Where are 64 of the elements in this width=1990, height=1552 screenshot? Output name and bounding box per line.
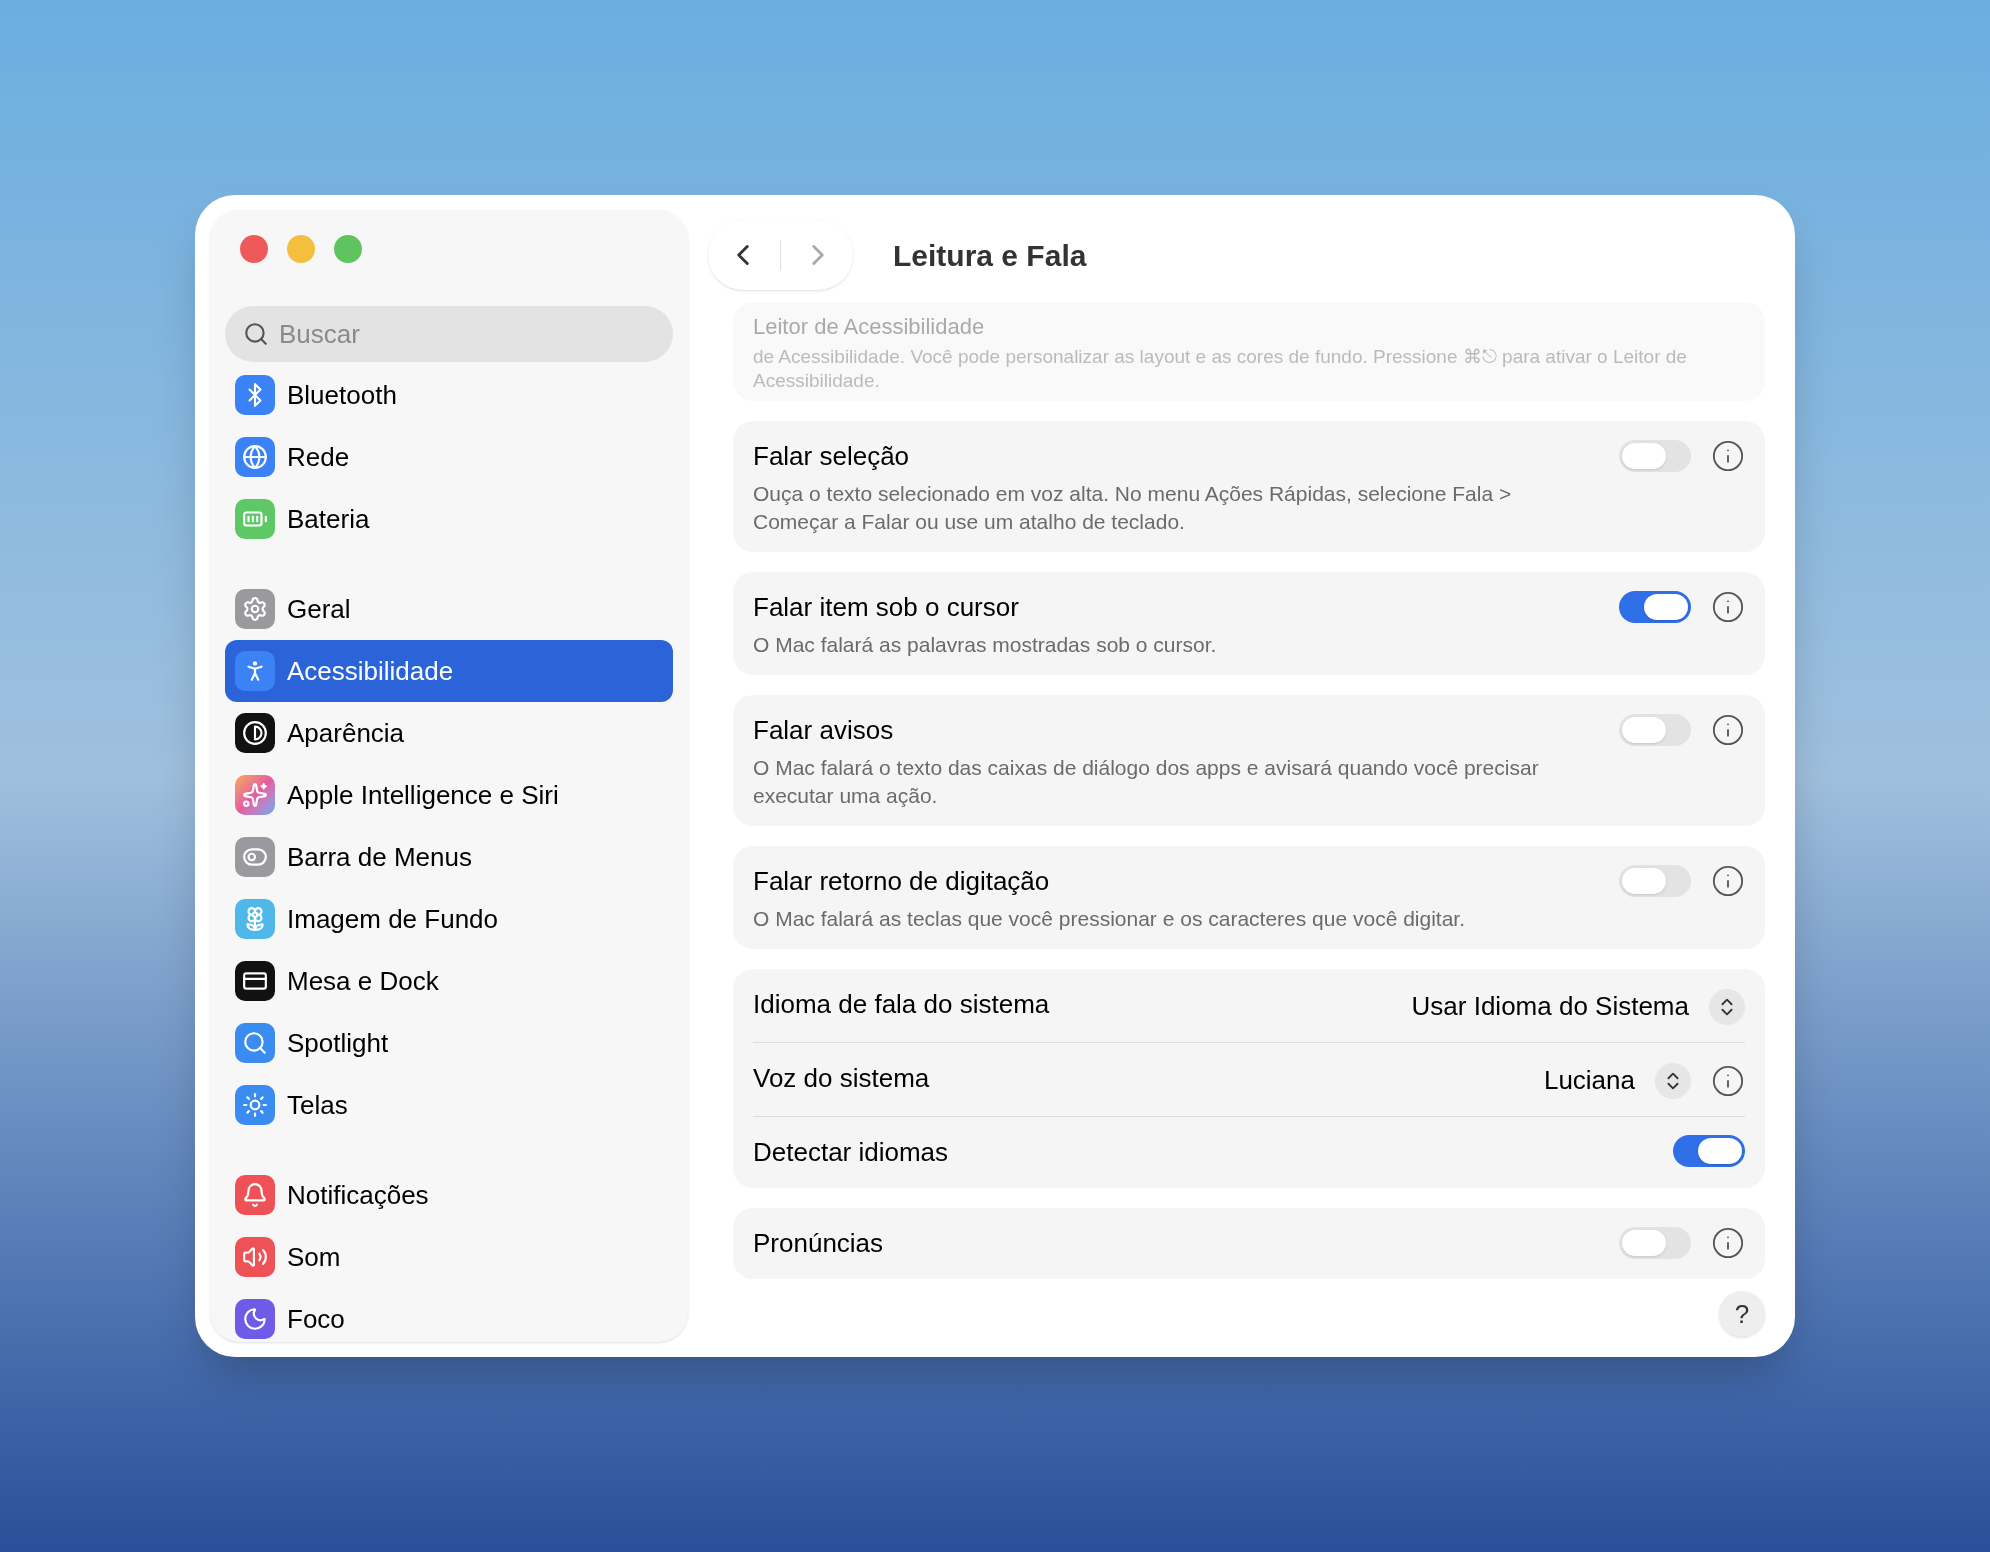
search-field[interactable]: Buscar [225, 306, 673, 362]
setting-label: Idioma de fala do sistema [753, 988, 1051, 1021]
close-button[interactable] [240, 235, 268, 263]
sidebar-item[interactable]: Spotlight [225, 1012, 673, 1074]
popup-value[interactable]: Luciana [1543, 1061, 1635, 1100]
bluetooth-icon [235, 375, 275, 415]
gear-icon [235, 589, 275, 629]
setting-label: Falar item sob o cursor [753, 591, 1020, 624]
setting-label: Detectar idiomas [753, 1136, 950, 1169]
sun-icon [235, 1085, 275, 1125]
moon-icon [235, 1299, 275, 1339]
info-icon[interactable] [1711, 713, 1745, 747]
setting-description: O Mac falará as teclas que você pressionar e os caracteres que você digitar. [753, 906, 1467, 932]
help-button[interactable]: ? [1719, 1291, 1765, 1337]
info-icon[interactable] [1711, 864, 1745, 898]
sidebar-item[interactable]: Geral [225, 578, 673, 640]
popup-value[interactable]: Usar Idioma do Sistema [1411, 987, 1689, 1026]
bell-icon [235, 1175, 275, 1215]
info-icon[interactable] [1711, 590, 1745, 624]
battery-icon [235, 499, 275, 539]
toggle-switch[interactable] [1619, 865, 1691, 897]
info-icon[interactable] [1711, 439, 1745, 473]
globe-icon [235, 437, 275, 477]
setting-label: Pronúncias [753, 1227, 885, 1260]
info-icon[interactable] [1711, 1063, 1745, 1098]
sidebar-item[interactable]: Rede [225, 426, 673, 488]
setting-label: Leitor de Acessibilidade [753, 313, 986, 341]
sidebar-item[interactable]: Barra de Menus [225, 826, 673, 888]
setting-label: Falar seleção [753, 440, 911, 473]
dock-icon [235, 961, 275, 1001]
setting-description: O Mac falará o texto das caixas de diálogo dos apps e avisará quando você precisar executar uma ação. [753, 755, 1540, 809]
toggle-switch[interactable] [1619, 714, 1691, 746]
switches-icon [235, 837, 275, 877]
toggle-switch[interactable] [1619, 440, 1691, 472]
window-title: Leitura e Fala [893, 237, 1087, 274]
accessibility-icon [235, 651, 275, 691]
setting-description: Ouça o texto selecionado em voz alta. No menu Ações Rápidas, selecione Fala > Começar a Falar ou use um atalho de teclado. [753, 481, 1513, 535]
setting-description: O Mac falará as palavras mostradas sob o cursor. [753, 632, 1218, 658]
sidebar-item[interactable]: Acessibilidade [225, 640, 673, 702]
setting-description: de Acessibilidade. Você pode personalizar as layout e as cores de fundo. Pressione ⌘⎋ para ativar o Leitor de Acessibilidade. [753, 345, 1688, 393]
stepper-icon[interactable] [1709, 988, 1745, 1025]
speaker-icon [235, 1237, 275, 1277]
sidebar-item[interactable]: Mesa e Dock [225, 950, 673, 1012]
flower-icon [235, 899, 275, 939]
sidebar-item[interactable]: Som [225, 1226, 673, 1288]
sidebar-item[interactable]: Aparência [225, 702, 673, 764]
sidebar-item[interactable]: Foco [225, 1288, 673, 1342]
sidebar-item[interactable]: Notificações [225, 1164, 673, 1226]
sparkle-icon [235, 775, 275, 815]
toggle-switch[interactable] [1673, 1135, 1745, 1167]
setting-label: Falar avisos [753, 714, 895, 747]
sidebar-item[interactable]: Apple Intelligence e Siri [225, 764, 673, 826]
stepper-icon[interactable] [1655, 1062, 1691, 1099]
sidebar-item[interactable]: Telas [225, 1074, 673, 1136]
setting-label: Falar retorno de digitação [753, 865, 1051, 898]
setting-label: Voz do sistema [753, 1062, 931, 1095]
sidebar-item[interactable]: Imagem de Fundo [225, 888, 673, 950]
info-icon[interactable] [1711, 1226, 1745, 1260]
toggle-switch[interactable] [1619, 1227, 1691, 1259]
sidebar-item[interactable]: Bluetooth [225, 364, 673, 426]
search-icon [235, 1023, 275, 1063]
search-icon [243, 321, 269, 347]
toggle-switch[interactable] [1619, 591, 1691, 623]
sidebar-item[interactable]: Bateria [225, 488, 673, 550]
